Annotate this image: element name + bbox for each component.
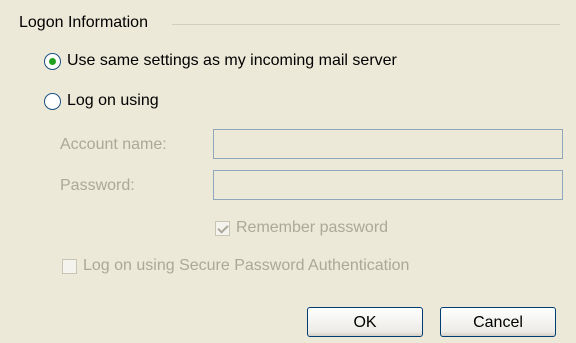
group-divider [172,24,560,25]
password-field[interactable] [213,170,563,200]
password-label: Password: [60,177,135,194]
ok-button[interactable]: OK [307,307,423,337]
spa-checkbox[interactable] [62,258,77,274]
log-on-using-radio[interactable] [44,92,61,110]
remember-password-checkbox[interactable] [215,220,230,236]
remember-password-row[interactable]: Remember password [215,219,388,237]
account-name-label: Account name: [60,136,167,153]
same-settings-radio-row[interactable]: Use same settings as my incoming mail se… [44,52,397,70]
cancel-button[interactable]: Cancel [440,307,556,337]
spa-row[interactable]: Log on using Secure Password Authenticat… [62,257,409,275]
same-settings-label: Use same settings as my incoming mail se… [67,52,397,69]
log-on-using-radio-row[interactable]: Log on using [44,92,159,110]
account-name-field[interactable] [213,129,563,159]
group-title: Logon Information [19,14,152,32]
spa-label: Log on using Secure Password Authenticat… [83,257,410,274]
log-on-using-label: Log on using [67,92,159,109]
same-settings-radio[interactable] [44,52,61,70]
remember-password-label: Remember password [236,219,389,236]
